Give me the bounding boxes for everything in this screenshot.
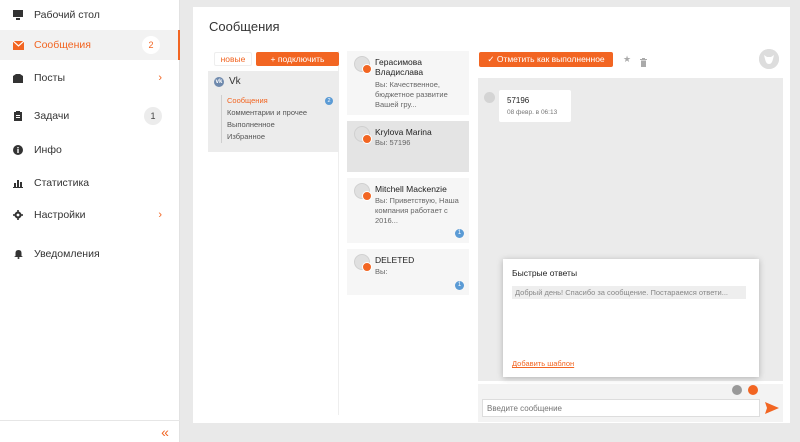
sidebar-item-label: Задачи xyxy=(34,110,70,122)
vk-header[interactable]: vk Vk xyxy=(214,76,241,87)
mark-done-button[interactable]: ✓ Отметить как выполненное xyxy=(479,52,613,67)
conversation-name: Mitchell Mackenzie xyxy=(375,184,447,194)
messages-count-badge: 2 xyxy=(142,36,160,54)
stats-icon xyxy=(12,177,24,189)
sidebar-item-label: Настройки xyxy=(34,209,86,221)
conversations-column: Герасимова Владислава Вы: Качественное, … xyxy=(347,51,469,415)
desktop-icon xyxy=(12,9,24,21)
info-icon xyxy=(12,144,24,156)
conversation-item[interactable]: DELETED Вы: 1 xyxy=(347,249,469,295)
sidebar-item-desktop[interactable]: Рабочий стол xyxy=(0,0,180,30)
bell-icon xyxy=(12,248,24,260)
sidebar-item-messages[interactable]: Сообщения 2 xyxy=(0,30,180,60)
quick-reply-item[interactable]: Добрый день! Спасибо за сообщение. Поста… xyxy=(512,286,746,299)
chat-history: 57196 08 февр. в 06:13 Быстрые ответы До… xyxy=(478,78,783,381)
sidebar-item-label: Уведомления xyxy=(34,248,100,260)
conversation-item[interactable]: Mitchell Mackenzie Вы: Приветствую, Наша… xyxy=(347,178,469,243)
chevron-right-icon: › xyxy=(158,72,162,84)
conversation-item[interactable]: Герасимова Владислава Вы: Качественное, … xyxy=(347,51,469,115)
quick-reply-icon[interactable] xyxy=(748,385,758,395)
message-bubble: 57196 08 февр. в 06:13 xyxy=(499,90,571,122)
page-title: Сообщения xyxy=(209,19,280,34)
folder-item-done[interactable]: Выполненное xyxy=(227,119,333,131)
posts-icon xyxy=(12,72,24,84)
gear-icon xyxy=(12,209,24,221)
quick-replies-panel: Быстрые ответы Добрый день! Спасибо за с… xyxy=(503,259,759,377)
source-badge-icon xyxy=(362,262,372,272)
chevron-right-icon: › xyxy=(158,209,162,221)
quick-replies-title: Быстрые ответы xyxy=(512,268,578,278)
source-badge-icon xyxy=(362,191,372,201)
main-panel: Сообщения новые + подключить vk Vk Сообщ… xyxy=(193,7,790,423)
sidebar-item-label: Инфо xyxy=(34,144,62,156)
conversation-item[interactable]: Krylova Marina Вы: 57196 xyxy=(347,121,469,172)
source-name: Vk xyxy=(229,76,241,87)
conversation-preview: Вы: Приветствую, Наша компания работает … xyxy=(375,196,459,225)
double-chevron-left-icon: « xyxy=(161,423,169,440)
add-template-link[interactable]: Добавить шаблон xyxy=(512,359,574,368)
folders-column: новые + подключить vk Vk Сообщения 2 Ком… xyxy=(208,51,339,415)
chat-panel: ✓ Отметить как выполненное ★ 57196 08 фе… xyxy=(478,49,783,422)
source-badge-icon xyxy=(362,134,372,144)
message-time: 08 февр. в 06:13 xyxy=(507,109,558,116)
conversation-preview: Вы: Качественное, бюджетное развитие Ваш… xyxy=(375,80,448,109)
mail-icon xyxy=(12,39,24,51)
sidebar-item-label: Посты xyxy=(34,72,65,84)
trash-icon[interactable] xyxy=(640,54,647,67)
folder-item-favorites[interactable]: Избранное xyxy=(227,131,333,143)
smile-icon[interactable] xyxy=(732,385,742,395)
unread-badge: 1 xyxy=(455,229,464,238)
star-icon[interactable]: ★ xyxy=(623,54,631,65)
message-text: 57196 xyxy=(507,96,530,105)
sidebar-item-tasks[interactable]: Задачи 1 xyxy=(0,101,180,131)
collapse-sidebar-button[interactable]: « xyxy=(0,420,180,442)
vk-source: vk Vk Сообщения 2 Комментарии и прочее В… xyxy=(208,71,339,152)
conversation-name: DELETED xyxy=(375,255,415,265)
sidebar: Рабочий стол Сообщения 2 Посты › Задачи … xyxy=(0,0,180,442)
cow-avatar-icon xyxy=(759,49,779,69)
sidebar-item-label: Статистика xyxy=(34,177,90,189)
sidebar-item-posts[interactable]: Посты › xyxy=(0,63,180,93)
sidebar-item-settings[interactable]: Настройки › xyxy=(0,200,180,230)
folder-label: Сообщения xyxy=(227,96,268,105)
conversation-preview: Вы: 57196 xyxy=(375,138,411,147)
conversation-preview: Вы: xyxy=(375,267,388,276)
folder-list: Сообщения 2 Комментарии и прочее Выполне… xyxy=(221,95,333,143)
vk-logo-icon: vk xyxy=(214,76,224,87)
tasks-count-badge: 1 xyxy=(144,107,162,125)
folder-item-messages[interactable]: Сообщения 2 xyxy=(227,95,333,107)
folder-item-comments[interactable]: Комментарии и прочее xyxy=(227,107,333,119)
folder-badge: 2 xyxy=(325,97,333,105)
conversation-name: Krylova Marina xyxy=(375,127,432,137)
sidebar-item-notifications[interactable]: Уведомления xyxy=(0,239,180,269)
avatar xyxy=(484,92,495,103)
send-icon[interactable] xyxy=(765,401,779,415)
source-badge-icon xyxy=(362,64,372,74)
sidebar-item-label: Рабочий стол xyxy=(34,9,100,21)
chat-toolbar: ✓ Отметить как выполненное ★ xyxy=(478,49,783,73)
sidebar-item-info[interactable]: Инфо xyxy=(0,135,180,165)
chat-footer xyxy=(478,384,783,422)
folder-tabs: новые + подключить xyxy=(208,52,339,66)
sidebar-item-stats[interactable]: Статистика xyxy=(0,168,180,198)
tasks-icon xyxy=(12,110,24,122)
sidebar-item-label: Сообщения xyxy=(34,39,91,51)
connect-button[interactable]: + подключить xyxy=(256,52,339,66)
tab-new[interactable]: новые xyxy=(214,52,252,66)
conversation-name: Герасимова Владислава xyxy=(375,57,424,77)
message-input[interactable] xyxy=(482,399,760,417)
unread-badge: 1 xyxy=(455,281,464,290)
